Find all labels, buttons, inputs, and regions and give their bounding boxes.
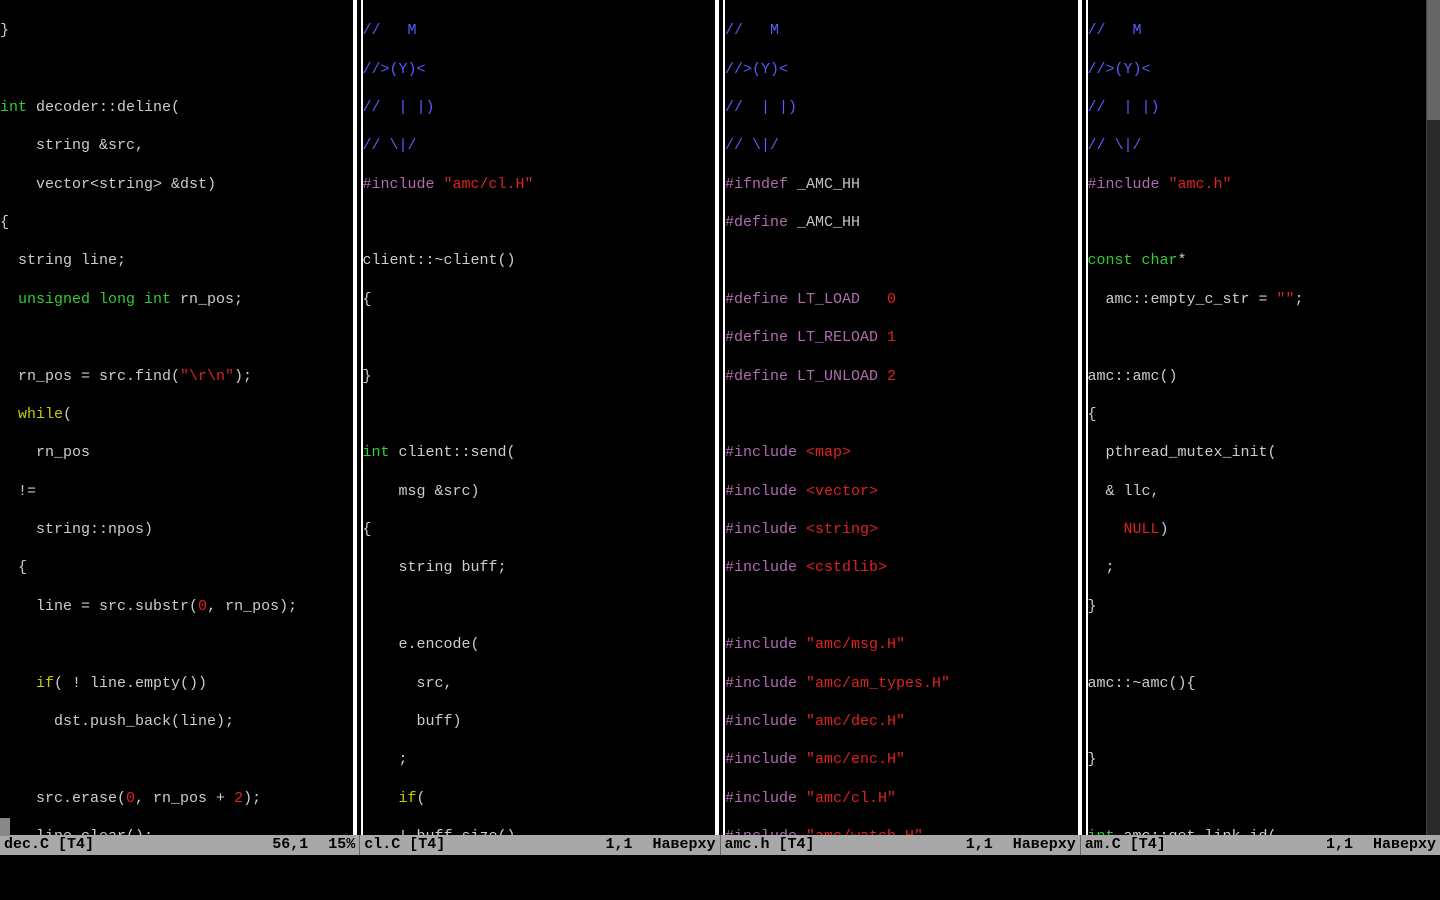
- status-percent: Наверху: [1013, 835, 1076, 854]
- status-bar: dec.C [T4] 56,1 15% cl.C [T4] 1,1 Наверх…: [0, 835, 1440, 855]
- status-position: 1,1: [585, 835, 652, 854]
- code-line: }: [0, 21, 353, 40]
- status-percent: Наверху: [1373, 835, 1436, 854]
- cursor-icon: [0, 818, 10, 836]
- status-segment-2: cl.C [T4] 1,1 Наверху: [360, 835, 720, 855]
- scrollbar-thumb[interactable]: [1427, 0, 1440, 120]
- status-file: amc.h [T4]: [725, 835, 815, 854]
- vertical-split-3[interactable]: [1078, 0, 1088, 835]
- vertical-split-2[interactable]: [715, 0, 725, 835]
- pane-1[interactable]: } int decoder::deline( string &src, vect…: [0, 0, 353, 835]
- status-segment-4: am.C [T4] 1,1 Наверху: [1081, 835, 1440, 855]
- status-position: 56,1: [252, 835, 328, 854]
- status-file: cl.C [T4]: [364, 835, 445, 854]
- status-file: dec.C [T4]: [4, 835, 94, 854]
- status-file: am.C [T4]: [1085, 835, 1166, 854]
- pane-4[interactable]: // M //>(Y)< // | |) // \|/ #include "am…: [1088, 0, 1440, 835]
- scrollbar[interactable]: [1426, 0, 1440, 835]
- editor-splits: } int decoder::deline( string &src, vect…: [0, 0, 1440, 835]
- vertical-split-1[interactable]: [353, 0, 363, 835]
- status-segment-1: dec.C [T4] 56,1 15%: [0, 835, 360, 855]
- status-position: 1,1: [1306, 835, 1373, 854]
- status-percent: Наверху: [652, 835, 715, 854]
- status-percent: 15%: [328, 835, 355, 854]
- pane-2[interactable]: // M //>(Y)< // | |) // \|/ #include "am…: [363, 0, 716, 835]
- pane-3[interactable]: // M //>(Y)< // | |) // \|/ #ifndef _AMC…: [725, 0, 1078, 835]
- status-position: 1,1: [946, 835, 1013, 854]
- status-segment-3: amc.h [T4] 1,1 Наверху: [721, 835, 1081, 855]
